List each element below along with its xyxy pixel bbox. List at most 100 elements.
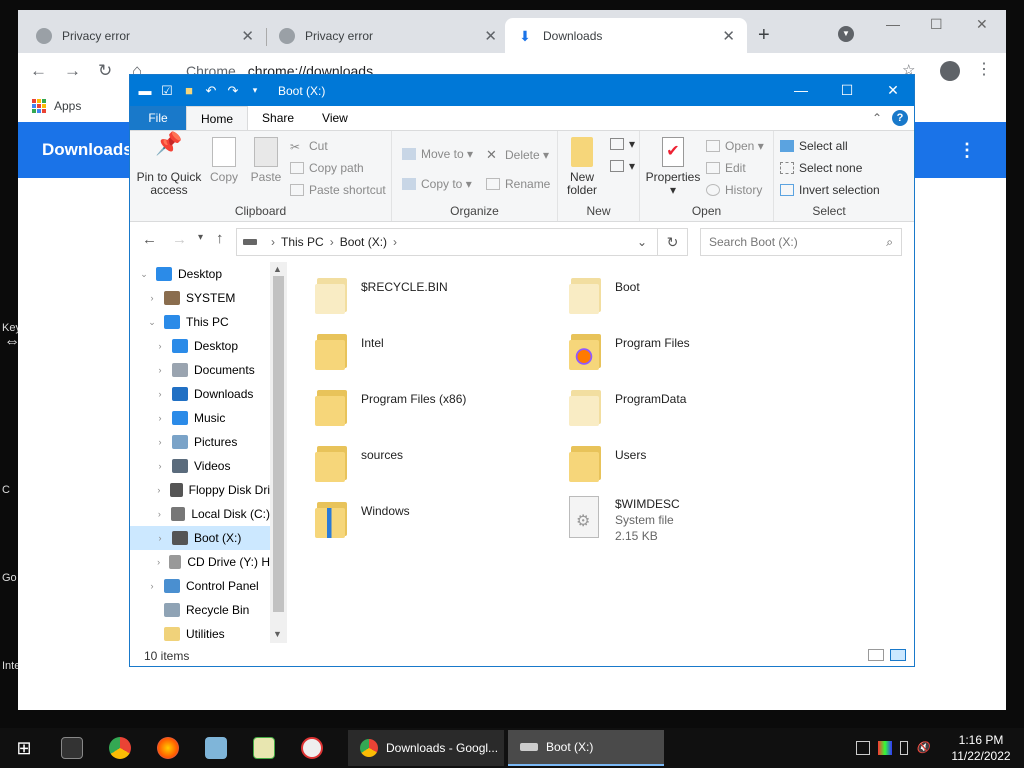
clock[interactable]: 1:16 PM 11/22/2022	[950, 732, 1012, 764]
chrome-icon[interactable]	[96, 728, 144, 768]
maximize-icon[interactable]: ☐	[930, 16, 943, 33]
tab-privacy-error-1[interactable]: Privacy error ✕	[24, 18, 266, 53]
back-icon[interactable]: ←	[142, 231, 157, 248]
notepad-icon[interactable]	[192, 728, 240, 768]
close-icon[interactable]: ✕	[722, 27, 735, 45]
properties-quick-icon[interactable]: ☑	[160, 83, 174, 99]
firefox-icon[interactable]	[144, 728, 192, 768]
help-icon[interactable]: ?	[892, 110, 908, 126]
new-folder-button[interactable]: New folder	[564, 137, 600, 197]
reload-icon[interactable]: ↻	[98, 61, 132, 81]
file-item[interactable]: ⚙ $WIMDESC System file 2.15 KB	[569, 496, 809, 544]
collapse-ribbon-icon[interactable]: ⌃	[872, 111, 882, 125]
easy-access-button[interactable]: ▾	[610, 159, 635, 173]
maximize-icon[interactable]: ☐	[824, 75, 870, 106]
taskbar-app-chrome[interactable]: Downloads - Googl...	[348, 730, 504, 766]
copy-path-button[interactable]: Copy path	[290, 161, 364, 175]
copy-to-button[interactable]: Copy to ▾	[402, 177, 472, 191]
move-to-button[interactable]: Move to ▾	[402, 147, 473, 161]
nav-item[interactable]: › Downloads	[130, 382, 270, 406]
folder-item[interactable]: Intel	[315, 328, 555, 370]
expand-arrow-icon[interactable]: ›	[154, 461, 166, 471]
up-icon[interactable]: ↑	[216, 230, 224, 247]
expand-arrow-icon[interactable]: ›	[154, 557, 163, 567]
tab-privacy-error-2[interactable]: Privacy error ✕	[267, 18, 509, 53]
new-item-button[interactable]: ▾	[610, 137, 635, 151]
properties-button[interactable]: ✔ Properties ▾	[644, 137, 702, 197]
select-none-button[interactable]: Select none	[780, 161, 862, 175]
open-button[interactable]: Open ▾	[706, 139, 764, 153]
delete-button[interactable]: ✕ Delete ▾	[486, 147, 549, 163]
volume-muted-icon[interactable]: 🔇	[916, 741, 930, 755]
folder-item[interactable]: ProgramData	[569, 384, 809, 426]
nav-item[interactable]: › Boot (X:)	[130, 526, 270, 550]
taskbar-app-explorer[interactable]: Boot (X:)	[508, 730, 664, 766]
paste-shortcut-button[interactable]: Paste shortcut	[290, 183, 386, 197]
back-icon[interactable]: ←	[30, 61, 64, 81]
invert-selection-button[interactable]: Invert selection	[780, 183, 880, 197]
minimize-icon[interactable]: —	[886, 16, 900, 32]
nav-item[interactable]: › Desktop	[130, 334, 270, 358]
expand-arrow-icon[interactable]: ⌄	[138, 269, 150, 280]
nav-item[interactable]: › Documents	[130, 358, 270, 382]
tab-search-icon[interactable]: ▼	[838, 26, 854, 42]
expand-arrow-icon[interactable]: ›	[154, 509, 165, 519]
tab-file[interactable]: File	[130, 106, 186, 130]
nav-item[interactable]: ⌄ Desktop	[130, 262, 270, 286]
close-icon[interactable]: ✕	[241, 27, 254, 45]
tab-view[interactable]: View	[308, 106, 362, 130]
large-icons-view-icon[interactable]	[890, 649, 906, 661]
recent-locations-icon[interactable]: ▾	[198, 232, 203, 243]
expand-arrow-icon[interactable]: ›	[154, 485, 164, 495]
expand-arrow-icon[interactable]: ›	[154, 533, 166, 543]
expand-arrow-icon[interactable]: ›	[154, 389, 166, 399]
nav-item[interactable]: › SYSTEM	[130, 286, 270, 310]
select-all-button[interactable]: Select all	[780, 139, 848, 153]
redo-icon[interactable]: ↷	[226, 83, 240, 99]
tab-home[interactable]: Home	[186, 106, 249, 130]
new-folder-quick-icon[interactable]: ■	[182, 83, 196, 98]
expand-arrow-icon[interactable]: ›	[146, 293, 158, 303]
breadcrumb-boot[interactable]: Boot (X:)	[340, 235, 387, 249]
close-icon[interactable]: ✕	[976, 16, 988, 33]
rename-button[interactable]: Rename	[486, 177, 550, 191]
forward-icon[interactable]: →	[172, 231, 187, 248]
details-view-icon[interactable]	[868, 649, 884, 661]
nav-item[interactable]: ⌄ This PC	[130, 310, 270, 334]
forward-icon[interactable]: →	[64, 61, 98, 81]
display-icon[interactable]	[878, 741, 892, 755]
edit-button[interactable]: Edit	[706, 161, 746, 175]
folder-item[interactable]: Boot	[569, 272, 809, 314]
new-tab-button[interactable]: +	[758, 24, 770, 47]
nav-item[interactable]: › CD Drive (Y:) H	[130, 550, 270, 574]
apps-link[interactable]: Apps	[54, 99, 81, 113]
terminal-icon[interactable]	[48, 728, 96, 768]
expand-arrow-icon[interactable]: ›	[154, 437, 166, 447]
nav-item[interactable]: Recycle Bin	[130, 598, 270, 622]
folder-item[interactable]: sources	[315, 440, 555, 482]
nav-item[interactable]: Utilities	[130, 622, 270, 643]
tab-downloads[interactable]: ⬇ Downloads ✕	[505, 18, 747, 53]
more-options-icon[interactable]: ⋮	[958, 140, 976, 161]
minimize-icon[interactable]: —	[778, 75, 824, 106]
expand-arrow-icon[interactable]: ⌄	[146, 317, 158, 328]
nav-item[interactable]: › Videos	[130, 454, 270, 478]
paste-button[interactable]: Paste	[248, 137, 284, 184]
profile-avatar[interactable]	[940, 61, 960, 81]
task-manager-icon[interactable]	[240, 728, 288, 768]
windows-start-icon[interactable]: ⊞	[0, 738, 48, 759]
scroll-thumb[interactable]	[273, 276, 284, 612]
expand-arrow-icon[interactable]: ›	[146, 581, 158, 591]
folder-item[interactable]: Program Files (x86)	[315, 384, 555, 426]
expand-arrow-icon[interactable]: ›	[154, 413, 166, 423]
menu-icon[interactable]: ⋮	[976, 59, 992, 79]
nav-item[interactable]: › Floppy Disk Dri	[130, 478, 270, 502]
usb-icon[interactable]	[900, 741, 908, 755]
scroll-down-icon[interactable]: ▼	[273, 629, 282, 639]
address-bar[interactable]: › This PC › Boot (X:) › ⌄	[236, 228, 658, 256]
folder-item[interactable]: $RECYCLE.BIN	[315, 272, 555, 314]
search-input[interactable]: Search Boot (X:) ⌕	[700, 228, 902, 256]
close-icon[interactable]: ✕	[484, 27, 497, 45]
refresh-button[interactable]: ↻	[658, 228, 688, 256]
nav-item[interactable]: › Local Disk (C:)	[130, 502, 270, 526]
